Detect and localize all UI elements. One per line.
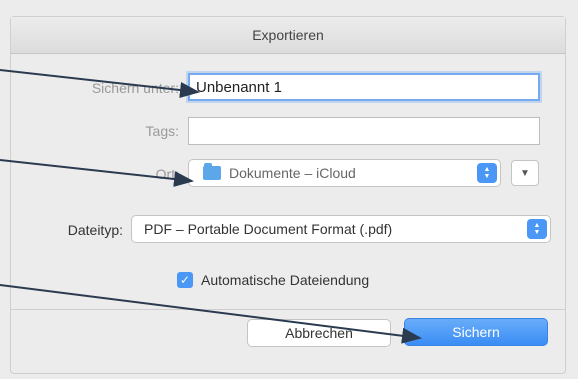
arrow-to-save-button <box>0 284 422 344</box>
arrow-to-location <box>0 159 194 187</box>
arrow-to-save-as <box>0 69 200 98</box>
annotation-arrows <box>0 69 422 344</box>
